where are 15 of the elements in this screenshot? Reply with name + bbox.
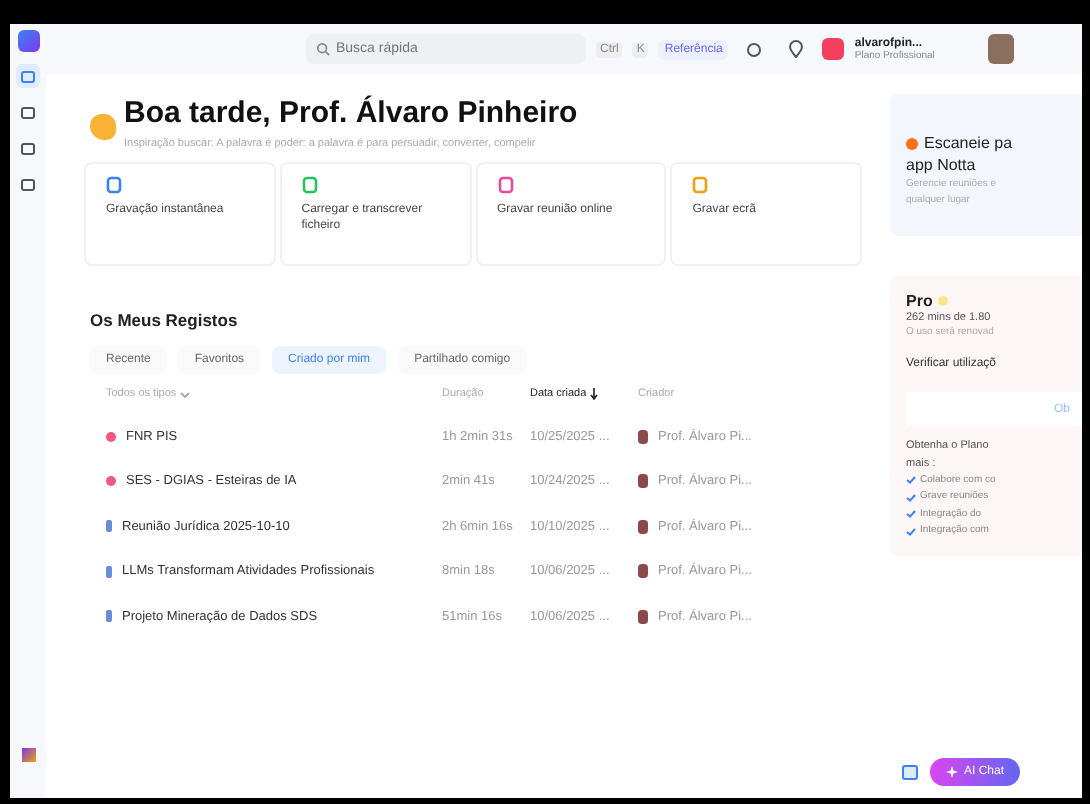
sidebar-item[interactable] [16, 64, 40, 88]
meeting-icon [106, 431, 116, 442]
avatar[interactable] [988, 34, 1015, 64]
section-title: Os Meus Registos [90, 310, 240, 330]
greeting-title: Boa tarde, Prof. Álvaro Pinheiro [124, 96, 578, 130]
sort-down-icon[interactable] [590, 388, 599, 400]
plan-title: Pro [906, 292, 933, 310]
promo-title: app Notta [906, 156, 978, 174]
location-icon[interactable] [788, 40, 805, 58]
help-icon[interactable] [746, 41, 763, 57]
app-logo[interactable] [17, 30, 39, 52]
calendar-icon[interactable] [902, 764, 918, 780]
sparkle-icon [946, 766, 958, 778]
promo-title: Escaneie pa [924, 134, 1013, 152]
meeting-icon [106, 476, 116, 487]
